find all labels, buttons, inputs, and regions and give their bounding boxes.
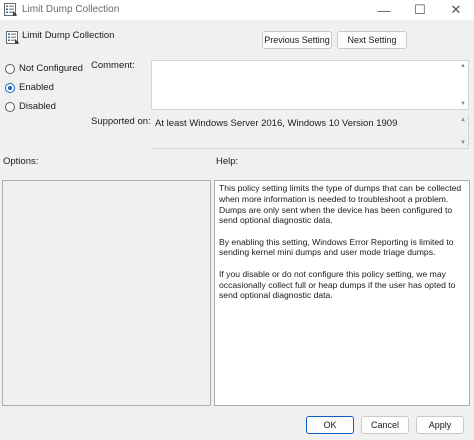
radio-label: Disabled [19, 101, 56, 112]
help-label: Help: [216, 156, 239, 167]
policy-icon [6, 31, 20, 44]
scroll-down-icon[interactable]: ▼ [459, 100, 467, 108]
apply-button[interactable]: Apply [416, 416, 464, 434]
supported-on-value: At least Windows Server 2016, Windows 10… [155, 118, 398, 129]
maximize-button[interactable]: ☐ [402, 0, 438, 20]
radio-selected-icon [5, 82, 15, 93]
policy-name: Limit Dump Collection [22, 30, 115, 41]
ok-button[interactable]: OK [306, 416, 354, 434]
radio-not-configured[interactable]: Not Configured [5, 63, 83, 74]
previous-setting-button[interactable]: Previous Setting [262, 31, 332, 49]
radio-label: Enabled [19, 82, 54, 93]
options-label: Options: [3, 156, 39, 167]
supported-on-label: Supported on: [91, 116, 151, 127]
scroll-down-icon[interactable]: ▼ [459, 139, 467, 147]
cancel-button[interactable]: Cancel [361, 416, 409, 434]
help-pane[interactable]: This policy setting limits the type of d… [214, 180, 470, 406]
comment-label: Comment: [91, 60, 135, 71]
scroll-up-icon[interactable]: ▲ [459, 62, 467, 70]
window-title: Limit Dump Collection [22, 4, 120, 15]
help-paragraph: This policy setting limits the type of d… [219, 183, 462, 226]
minimize-button[interactable]: — [366, 0, 402, 20]
supported-on-field: At least Windows Server 2016, Windows 10… [151, 115, 469, 149]
scroll-up-icon[interactable]: ▲ [459, 116, 467, 124]
maximize-icon: ☐ [414, 2, 426, 17]
help-paragraph: If you disable or do not configure this … [219, 268, 456, 301]
radio-circle-icon [5, 63, 15, 74]
radio-label: Not Configured [19, 63, 83, 74]
radio-circle-icon [5, 101, 15, 112]
help-paragraph: By enabling this setting, Windows Error … [219, 236, 454, 258]
close-icon: ✕ [450, 2, 462, 17]
comment-textarea[interactable]: ▲ ▼ [151, 60, 469, 110]
options-pane [2, 180, 211, 406]
close-button[interactable]: ✕ [438, 0, 474, 20]
radio-disabled[interactable]: Disabled [5, 101, 56, 112]
next-setting-button[interactable]: Next Setting [337, 31, 407, 49]
radio-enabled[interactable]: Enabled [5, 82, 54, 93]
policy-settings-icon [4, 3, 18, 16]
minimize-icon: — [377, 2, 391, 18]
